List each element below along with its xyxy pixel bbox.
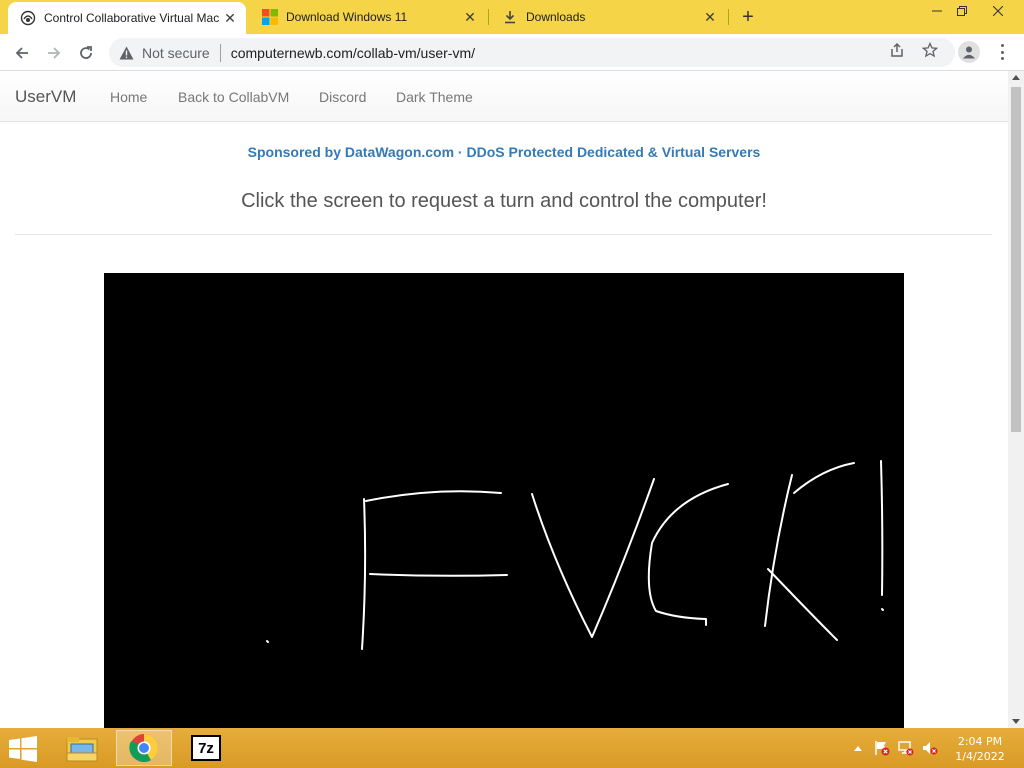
nav-back-to-collabvm[interactable]: Back to CollabVM xyxy=(178,89,289,105)
divider xyxy=(15,234,992,235)
tab-separator xyxy=(728,9,729,25)
scroll-down-icon[interactable] xyxy=(1012,719,1020,724)
share-icon[interactable] xyxy=(888,41,906,59)
sponsor-link[interactable]: Sponsored by DataWagon.com · DDoS Protec… xyxy=(0,144,1008,160)
vm-display[interactable] xyxy=(104,273,904,728)
nav-discord[interactable]: Discord xyxy=(319,89,366,105)
warning-icon[interactable] xyxy=(118,45,134,61)
scrollbar-thumb[interactable] xyxy=(1011,87,1021,432)
action-center-flag-icon[interactable] xyxy=(874,740,890,756)
windows-taskbar: 7z 2:04 PM 1/4/2022 xyxy=(0,728,1024,768)
7zip-icon[interactable]: 7z xyxy=(178,730,234,766)
vm-drawing-scribble xyxy=(266,460,884,650)
file-explorer-icon[interactable] xyxy=(54,730,110,766)
url-text[interactable]: computernewb.com/collab-vm/user-vm/ xyxy=(231,45,475,61)
network-icon[interactable] xyxy=(898,740,914,756)
address-bar[interactable]: Not secure computernewb.com/collab-vm/us… xyxy=(109,38,955,67)
tab-collabvm[interactable]: Control Collaborative Virtual Mac ✕ xyxy=(8,2,246,34)
omnibox-divider xyxy=(219,43,221,62)
security-status[interactable]: Not secure xyxy=(142,45,210,61)
tab-title: Control Collaborative Virtual Mac xyxy=(44,11,220,25)
page-scrollbar[interactable] xyxy=(1008,71,1024,728)
webpage: UserVM Home Back to CollabVM Discord Dar… xyxy=(0,71,1008,728)
tab-close-icon[interactable]: ✕ xyxy=(460,7,480,27)
tab-downloads[interactable]: Downloads ✕ xyxy=(490,0,726,34)
taskbar-clock[interactable]: 2:04 PM 1/4/2022 xyxy=(948,734,1012,764)
close-window-icon[interactable] xyxy=(980,0,1016,22)
bookmark-star-icon[interactable] xyxy=(921,41,939,59)
site-navbar: UserVM Home Back to CollabVM Discord Dar… xyxy=(0,71,1008,122)
7zip-label: 7z xyxy=(191,735,221,761)
back-arrow-icon[interactable] xyxy=(9,40,35,66)
turn-prompt: Click the screen to request a turn and c… xyxy=(241,190,767,212)
reload-icon[interactable] xyxy=(73,40,99,66)
tab-close-icon[interactable]: ✕ xyxy=(700,7,720,27)
scroll-up-icon[interactable] xyxy=(1012,75,1020,80)
tab-download-windows[interactable]: Download Windows 11 ✕ xyxy=(250,0,486,34)
chrome-icon[interactable] xyxy=(116,730,172,766)
clock-date: 1/4/2022 xyxy=(955,750,1005,763)
tab-title: Download Windows 11 xyxy=(286,10,408,24)
forward-arrow-icon[interactable] xyxy=(41,40,67,66)
collabvm-favicon-icon xyxy=(20,10,36,26)
windows-start-icon[interactable] xyxy=(8,736,40,762)
restore-icon[interactable] xyxy=(947,0,977,22)
tab-close-icon[interactable]: ✕ xyxy=(220,8,240,28)
microsoft-logo-icon xyxy=(262,9,278,25)
clock-time: 2:04 PM xyxy=(957,735,1003,748)
speaker-muted-icon[interactable] xyxy=(922,740,938,756)
new-tab-button[interactable]: + xyxy=(737,6,759,28)
download-icon xyxy=(502,9,518,25)
show-hidden-icons-icon[interactable] xyxy=(850,740,866,756)
browser-toolbar: Not secure computernewb.com/collab-vm/us… xyxy=(0,34,1024,71)
nav-home[interactable]: Home xyxy=(110,89,147,105)
tab-title: Downloads xyxy=(526,10,586,24)
browser-tab-strip: Control Collaborative Virtual Mac ✕ Down… xyxy=(0,0,1024,34)
browser-menu-icon[interactable] xyxy=(993,42,1011,62)
site-brand[interactable]: UserVM xyxy=(15,87,76,107)
tab-separator xyxy=(488,9,489,25)
profile-avatar-icon[interactable] xyxy=(958,41,980,63)
nav-dark-theme[interactable]: Dark Theme xyxy=(396,89,473,105)
